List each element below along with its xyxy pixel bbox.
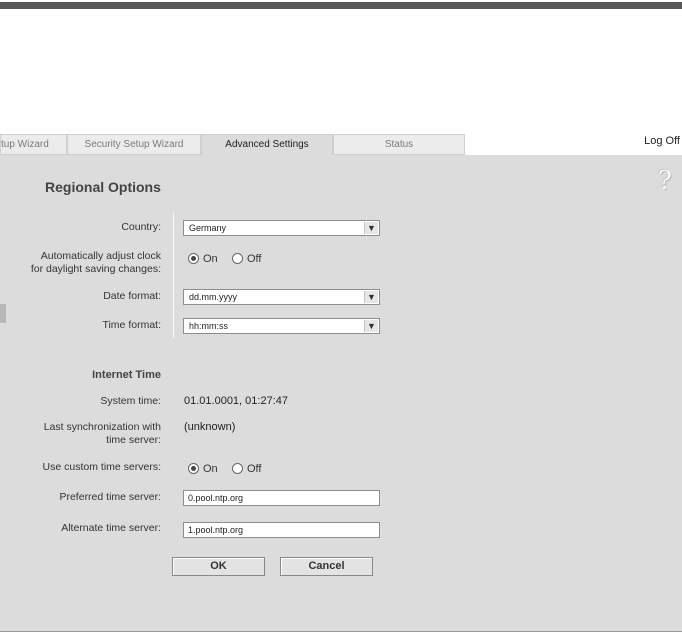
last-sync-label: Last synchronization with time server: [44, 421, 161, 447]
tab-advanced-settings[interactable]: Advanced Settings [201, 134, 333, 156]
dst-label-line2: for daylight saving changes: [30, 263, 161, 275]
country-label: Country: [121, 221, 161, 233]
dst-on-radio[interactable] [188, 253, 199, 264]
time-format-select[interactable]: hh:mm:ss ▼ [183, 318, 380, 334]
form-divider [173, 212, 174, 338]
last-sync-label-line1: Last synchronization with [43, 421, 161, 433]
preferred-server-value: 0.pool.ntp.org [188, 493, 244, 503]
dst-label-line1: Automatically adjust clock [40, 250, 161, 262]
dst-label: Automatically adjust clock for daylight … [31, 250, 161, 276]
top-banner-bar [0, 2, 682, 9]
last-sync-value: (unknown) [184, 421, 236, 433]
date-format-select[interactable]: dd.mm.yyyy ▼ [183, 289, 380, 305]
dst-off-label: Off [247, 253, 262, 265]
tab-status[interactable]: Status [333, 134, 465, 155]
page-title: Regional Options [45, 179, 161, 195]
sidebar-scroll-handle[interactable] [0, 304, 6, 323]
chevron-down-icon: ▼ [364, 222, 378, 234]
cancel-button[interactable]: Cancel [280, 557, 373, 576]
date-format-value: dd.mm.yyyy [189, 292, 238, 302]
preferred-server-label: Preferred time server: [59, 491, 161, 503]
custom-on-radio[interactable] [188, 463, 199, 474]
custom-on-label: On [203, 463, 218, 475]
country-value: Germany [189, 223, 227, 233]
tab-security-setup-wizard[interactable]: Security Setup Wizard [67, 134, 201, 155]
alternate-server-input[interactable]: 1.pool.ntp.org [183, 522, 380, 538]
custom-off-radio[interactable] [232, 463, 243, 474]
custom-off-label: Off [247, 463, 262, 475]
radio-selected-dot [191, 466, 196, 471]
time-format-value: hh:mm:ss [189, 321, 229, 331]
preferred-server-input[interactable]: 0.pool.ntp.org [183, 490, 380, 506]
help-icon[interactable]: ? [658, 166, 672, 196]
dst-off-radio[interactable] [232, 253, 243, 264]
tab-setup-wizard[interactable]: tup Wizard [0, 134, 67, 155]
custom-servers-label: Use custom time servers: [42, 461, 161, 473]
ok-button[interactable]: OK [172, 557, 265, 576]
log-off-link[interactable]: Log Off [644, 135, 680, 147]
last-sync-label-line2: time server: [106, 434, 161, 446]
chevron-down-icon: ▼ [364, 320, 378, 332]
alternate-server-value: 1.pool.ntp.org [188, 525, 244, 535]
date-format-label: Date format: [103, 290, 161, 302]
time-format-label: Time format: [102, 319, 161, 331]
radio-selected-dot [191, 256, 196, 261]
dst-on-label: On [203, 253, 218, 265]
internet-time-heading: Internet Time [92, 369, 161, 381]
system-time-label: System time: [100, 395, 161, 407]
alternate-server-label: Alternate time server: [61, 522, 161, 534]
chevron-down-icon: ▼ [364, 291, 378, 303]
country-select[interactable]: Germany ▼ [183, 220, 380, 236]
system-time-value: 01.01.0001, 01:27:47 [184, 395, 288, 407]
